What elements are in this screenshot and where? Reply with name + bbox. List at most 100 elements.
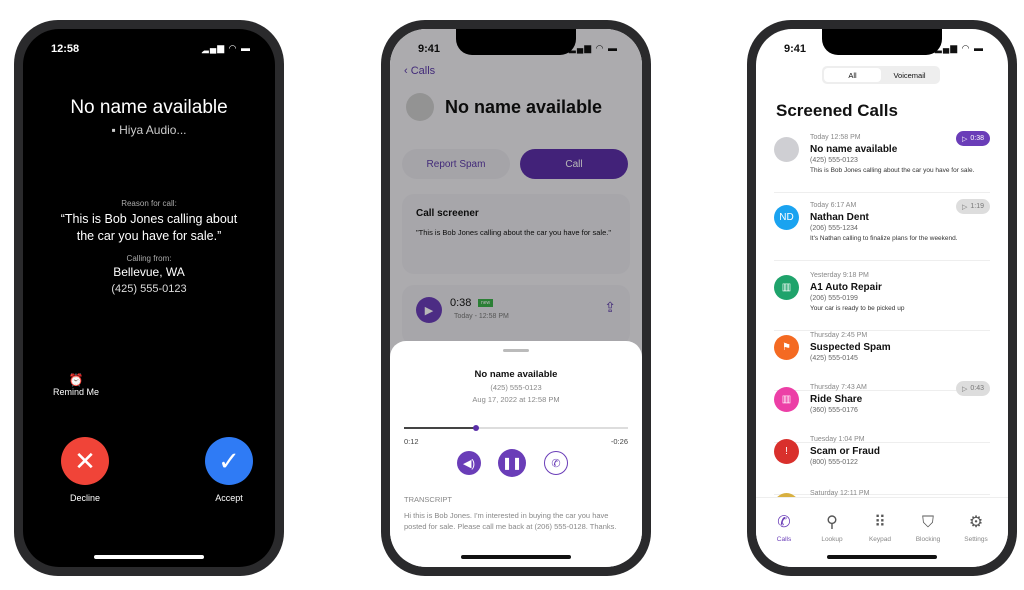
screened-calls-phone: 9:41 ▂▄▆ ◠ ▬ All Voicemail Screened Call… [747,20,1017,576]
call-list-item[interactable]: ND Today 6:17 AM Nathan Dent (206) 555-1… [774,199,990,261]
call-time: Saturday 12:11 PM [810,490,870,497]
report-spam-button[interactable]: Report Spam [402,149,510,179]
call-back-button[interactable]: ✆ [544,451,568,475]
call-list-item[interactable]: ! Tuesday 1:04 PM Scam or Fraud (800) 55… [774,433,990,495]
keypad-icon: ⠿ [874,514,886,531]
accept-label: Accept [215,493,243,503]
sheet-date: Aug 17, 2022 at 12:58 PM [472,395,560,404]
tab-blocking[interactable]: ⛉ Blocking [908,514,948,543]
speaker-icon: ◀) [462,457,476,470]
call-time: Thursday 2:45 PM [810,332,868,339]
speaker-button[interactable]: ◀) [457,451,481,475]
elapsed-time: 0:12 [404,437,419,446]
status-icons: ▂▄▆ ◠ ▬ [934,43,984,53]
caller-number: (800) 555-0122 [810,459,858,466]
flag-icon: ⚑ [774,335,799,360]
from-label: Calling from: [126,254,172,263]
playback-slider[interactable] [404,425,628,431]
page-title: Screened Calls [776,101,898,120]
pause-icon: ❚❚ [501,456,523,470]
share-icon[interactable]: ⇪ [604,299,616,316]
call-message: It's Nathan calling to finalize plans fo… [810,235,958,242]
call-detail-phone: 9:41 ▂▄▆ ◠ ▬ ‹ Calls No name available R… [381,20,651,576]
call-list-item[interactable]: ▥ Yesterday 9:18 PM A1 Auto Repair (206)… [774,269,990,331]
recording-date: Today - 12:58 PM [454,313,509,320]
call-time: Today 6:17 AM [810,202,857,209]
voicemail-duration: 0:38 [970,135,984,142]
call-time: Thursday 7:43 AM [810,384,867,391]
tab-calls[interactable]: ✆ Calls [764,512,804,543]
reason-text: “This is Bob Jones calling about the car… [60,212,238,243]
caller-number: (425) 555-0123 [810,157,858,164]
tab-lookup[interactable]: ⚲ Lookup [812,512,852,543]
avatar [406,93,434,121]
voicemail-play-button[interactable]: ▷ 1:19 [955,199,990,214]
call-list-item[interactable]: Today 12:58 PM No name available (425) 5… [774,131,990,193]
caller-number: (360) 555-0176 [810,407,858,414]
voicemail-duration: 1:19 [970,203,984,210]
phone-icon: ✆ [777,514,791,531]
remind-label: Remind Me [53,387,100,397]
notch [822,29,942,55]
back-button[interactable]: ‹ Calls [404,65,435,77]
sheet-grabber[interactable] [503,349,529,352]
back-label: Calls [410,65,436,77]
tab-settings[interactable]: ⚙ Settings [956,512,996,543]
person-icon [774,137,799,162]
call-button[interactable]: Call [520,149,628,179]
tab-label: Settings [964,536,988,543]
voicemail-duration: 0:43 [970,385,984,392]
segment-all[interactable]: All [824,68,881,82]
tab-label: Keypad [868,536,892,543]
pause-button[interactable]: ❚❚ [498,449,526,477]
incoming-call-phone: 12:58 ▂▄▆ ◠ ▬ No name available ▪ Hiya A… [14,20,284,576]
building-icon: ▥ [774,387,799,412]
recording-duration: 0:38 [450,297,472,309]
voicemail-play-button[interactable]: ▷ 0:43 [955,381,990,396]
status-icons: ▂▄▆ ◠ ▬ [201,43,251,53]
status-icons: ▂▄▆ ◠ ▬ [568,43,618,53]
home-indicator [94,555,204,559]
play-icon: ▷ [961,135,968,143]
alert-icon: ! [774,439,799,464]
hiya-icon: ▪ [111,123,120,137]
caller-name: Scam or Fraud [810,446,881,457]
check-icon: ✓ [218,445,240,476]
location: Bellevue, WA [113,265,185,279]
call-time: Today 12:58 PM [810,134,861,141]
caller-name: Nathan Dent [810,212,869,223]
phone-icon: ✆ [551,457,561,470]
screener-title: Call screener [416,208,479,219]
segment-voicemail[interactable]: Voicemail [881,68,938,82]
notch [456,29,576,55]
alarm-icon: ⏰ [68,373,84,387]
remind-me-button[interactable]: ⏰ Remind Me [53,373,99,397]
caller-number: (206) 555-0199 [810,295,858,302]
recording-card: ▶ 0:38 new Today - 12:58 PM ⇪ [402,285,630,345]
avatar: ND [774,205,799,230]
home-indicator [461,555,571,559]
caller-number: (206) 555-1234 [810,225,858,232]
new-badge: new [478,299,494,307]
status-time: 9:41 [784,43,807,55]
call-time: Yesterday 9:18 PM [810,272,869,279]
tab-label: Lookup [821,536,843,543]
call-message: Your car is ready to be picked up [810,305,905,312]
play-icon: ▷ [961,203,968,211]
voicemail-play-button[interactable]: ▷ 0:38 [955,131,990,146]
remaining-time: -0:26 [610,437,628,446]
building-icon: ▥ [774,275,799,300]
tab-keypad[interactable]: ⠿ Keypad [860,512,900,543]
play-button[interactable]: ▶ [416,297,442,323]
sheet-name: No name available [474,369,558,380]
accept-button[interactable]: ✓ [205,437,253,485]
status-time: 12:58 [51,43,80,55]
tab-bar: ✆ Calls ⚲ Lookup ⠿ Keypad ⛉ Blocking ⚙ Settin… [756,497,1008,567]
tab-label: Blocking [915,536,941,543]
decline-button[interactable]: ✕ [61,437,109,485]
call-message: This is Bob Jones calling about the car … [810,167,975,174]
search-icon: ⚲ [826,514,838,531]
caller-name: No name available [810,144,898,155]
caller-name: Ride Share [810,394,863,405]
caller-name: A1 Auto Repair [810,282,882,293]
